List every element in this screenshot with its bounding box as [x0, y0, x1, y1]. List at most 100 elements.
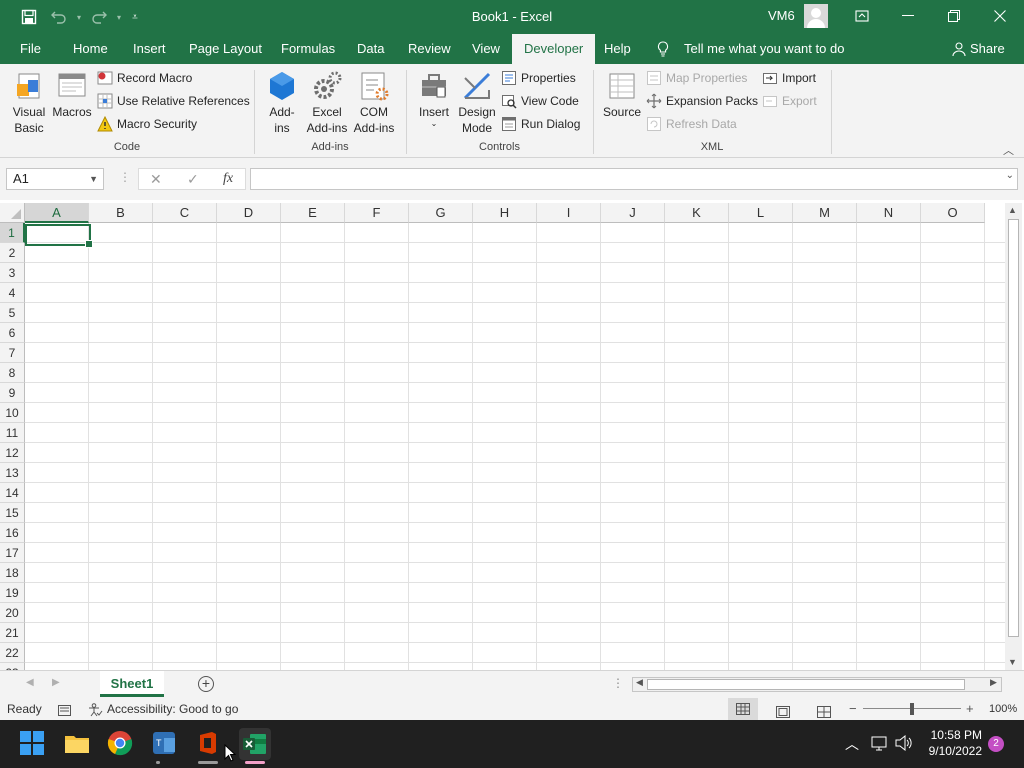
scroll-down-icon[interactable]: ▼ [1008, 657, 1017, 667]
column-header-j[interactable]: J [601, 203, 665, 223]
com-add-ins-button[interactable]: COM Add-ins [350, 70, 398, 136]
network-icon[interactable] [871, 735, 889, 754]
row-header-17[interactable]: 17 [0, 543, 25, 563]
tell-me-search[interactable]: Tell me what you want to do [684, 34, 844, 64]
file-explorer-icon[interactable] [63, 730, 91, 758]
row-header-19[interactable]: 19 [0, 583, 25, 603]
tab-help[interactable]: Help [604, 34, 631, 64]
row-header-7[interactable]: 7 [0, 343, 25, 363]
run-dialog-button[interactable]: Run Dialog [501, 114, 580, 134]
tab-review[interactable]: Review [408, 34, 451, 64]
minimize-button[interactable] [885, 0, 931, 32]
enter-icon[interactable]: ✓ [187, 171, 199, 188]
zoom-out-button[interactable]: − [849, 698, 857, 720]
ribbon-display-options-icon[interactable] [839, 0, 885, 32]
add-ins-button[interactable]: Add- ins [262, 70, 302, 136]
row-header-2[interactable]: 2 [0, 243, 25, 263]
design-mode-button[interactable]: Design Mode [456, 70, 498, 136]
row-header-15[interactable]: 15 [0, 503, 25, 523]
properties-button[interactable]: Properties [501, 68, 576, 88]
row-header-20[interactable]: 20 [0, 603, 25, 623]
expansion-packs-button[interactable]: Expansion Packs [646, 91, 758, 111]
chevron-up-icon[interactable]: ︿ [845, 734, 859, 754]
redo-icon[interactable] [88, 6, 110, 28]
sheet-tab[interactable]: Sheet1 [100, 671, 164, 697]
column-header-a[interactable]: A [25, 203, 89, 223]
vertical-scroll-thumb[interactable] [1008, 219, 1019, 637]
column-header-e[interactable]: E [281, 203, 345, 223]
tab-page-layout[interactable]: Page Layout [189, 34, 262, 64]
cell-area[interactable] [25, 223, 1005, 670]
zoom-slider-thumb[interactable] [910, 703, 914, 715]
row-header-3[interactable]: 3 [0, 263, 25, 283]
row-header-13[interactable]: 13 [0, 463, 25, 483]
collapse-ribbon-icon[interactable]: ︿ [1003, 142, 1014, 158]
row-header-10[interactable]: 10 [0, 403, 25, 423]
next-sheet-icon[interactable]: ▶ [52, 677, 60, 688]
column-header-h[interactable]: H [473, 203, 537, 223]
column-header-i[interactable]: I [537, 203, 601, 223]
name-box[interactable]: A1 ▼ [6, 168, 104, 190]
clock-date[interactable]: 9/10/2022 [926, 744, 982, 758]
column-header-b[interactable]: B [89, 203, 153, 223]
save-icon[interactable] [18, 6, 40, 28]
row-header-4[interactable]: 4 [0, 283, 25, 303]
select-all-button[interactable] [0, 203, 25, 223]
tab-data[interactable]: Data [357, 34, 384, 64]
close-button[interactable] [977, 0, 1023, 32]
horizontal-scrollbar[interactable]: ◀ ▶ [632, 677, 1002, 692]
excel-add-ins-button[interactable]: Excel Add-ins [304, 70, 350, 136]
accessibility-icon[interactable] [88, 702, 103, 717]
column-header-f[interactable]: F [345, 203, 409, 223]
column-header-m[interactable]: M [793, 203, 857, 223]
tab-file[interactable]: File [20, 34, 41, 64]
insert-control-button[interactable]: Insert ⌄ [414, 70, 454, 128]
office-icon[interactable] [195, 730, 223, 758]
visual-basic-button[interactable]: Visual Basic [6, 70, 52, 136]
zoom-in-button[interactable]: + [966, 698, 974, 720]
export-button[interactable]: Export [762, 91, 817, 111]
row-header-14[interactable]: 14 [0, 483, 25, 503]
prev-sheet-icon[interactable]: ◀ [26, 677, 34, 688]
scroll-right-icon[interactable]: ▶ [990, 677, 997, 688]
row-header-12[interactable]: 12 [0, 443, 25, 463]
row-header-6[interactable]: 6 [0, 323, 25, 343]
notification-badge[interactable]: 2 [988, 736, 1004, 752]
excel-taskbar-icon[interactable] [239, 728, 271, 760]
formula-input[interactable]: ⌄ [250, 168, 1018, 190]
row-header-11[interactable]: 11 [0, 423, 25, 443]
clock-time[interactable]: 10:58 PM [930, 728, 982, 742]
vertical-scrollbar[interactable]: ▲ ▼ [1005, 203, 1022, 670]
column-header-l[interactable]: L [729, 203, 793, 223]
share-button[interactable]: Share [970, 34, 1005, 64]
column-header-g[interactable]: G [409, 203, 473, 223]
scroll-left-icon[interactable]: ◀ [636, 677, 643, 688]
row-header-5[interactable]: 5 [0, 303, 25, 323]
normal-view-button[interactable] [728, 698, 758, 720]
row-header-8[interactable]: 8 [0, 363, 25, 383]
macro-security-button[interactable]: Macro Security [97, 114, 197, 134]
tab-insert[interactable]: Insert [133, 34, 166, 64]
macro-recording-icon[interactable] [58, 702, 71, 716]
row-header-9[interactable]: 9 [0, 383, 25, 403]
column-header-n[interactable]: N [857, 203, 921, 223]
tab-developer[interactable]: Developer [512, 34, 596, 64]
use-relative-references-button[interactable]: Use Relative References [97, 91, 250, 111]
windows-start-icon[interactable] [19, 730, 47, 758]
refresh-data-button[interactable]: Refresh Data [646, 114, 737, 134]
import-button[interactable]: Import [762, 68, 816, 88]
chevron-down-icon[interactable]: ▼ [89, 169, 98, 189]
scroll-up-icon[interactable]: ▲ [1008, 205, 1017, 215]
row-header-18[interactable]: 18 [0, 563, 25, 583]
customize-qat-icon[interactable]: ⩡ [124, 6, 146, 28]
row-header-23[interactable]: 23 [0, 663, 25, 670]
horizontal-scroll-thumb[interactable] [647, 679, 965, 690]
macros-button[interactable]: Macros [52, 70, 92, 120]
tab-view[interactable]: View [472, 34, 500, 64]
translate-app-icon[interactable]: T [151, 730, 179, 758]
column-header-k[interactable]: K [665, 203, 729, 223]
user-name[interactable]: VM6 [768, 8, 795, 23]
formula-bar-grip-icon[interactable]: ⋮ [119, 170, 131, 184]
column-header-c[interactable]: C [153, 203, 217, 223]
accessibility-status[interactable]: Accessibility: Good to go [107, 698, 238, 720]
